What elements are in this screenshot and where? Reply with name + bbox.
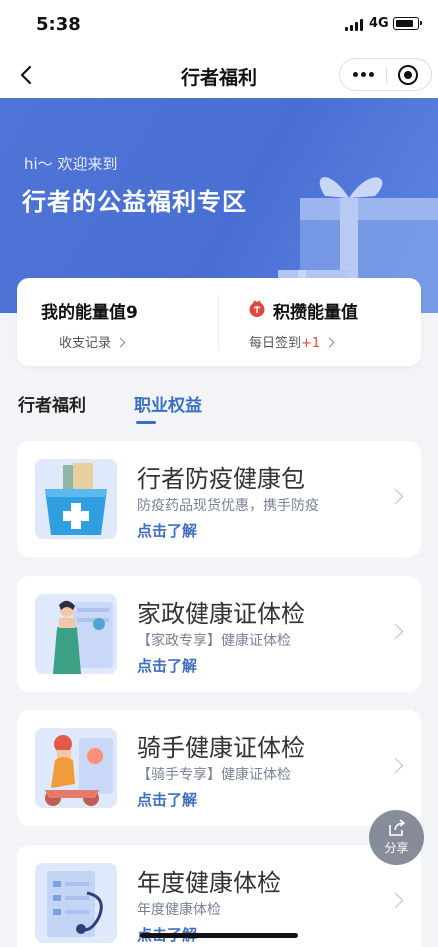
energy-divider bbox=[218, 294, 219, 350]
records-link-label: 收支记录 bbox=[59, 336, 112, 351]
banner-greeting: hi～ 欢迎来到 bbox=[24, 155, 118, 173]
collect-energy-title[interactable]: 积攒能量值 bbox=[273, 298, 358, 323]
nav-bar: 行者福利 bbox=[0, 52, 438, 98]
daily-signin-link[interactable]: 每日签到+1 bbox=[249, 332, 335, 351]
card-title: 家政健康证体检 bbox=[137, 600, 305, 628]
home-indicator bbox=[140, 933, 298, 938]
tab-indicator bbox=[136, 421, 156, 424]
card-subtitle: 【家政专享】健康证体检 bbox=[137, 633, 291, 649]
card-subtitle: 防疫药品现货优惠，携手防疫 bbox=[137, 498, 319, 514]
chevron-right-icon bbox=[387, 623, 404, 640]
chevron-right-icon bbox=[387, 892, 404, 909]
tab-career-rights[interactable]: 职业权益 bbox=[134, 391, 202, 416]
chevron-right-icon bbox=[324, 337, 335, 348]
signin-bonus: +1 bbox=[301, 336, 321, 351]
banner-title: 行者的公益福利专区 bbox=[22, 188, 247, 216]
learn-more-link[interactable]: 点击了解 bbox=[137, 520, 197, 541]
card-title: 行者防疫健康包 bbox=[137, 465, 305, 493]
mini-program-capsule bbox=[339, 58, 432, 91]
chevron-right-icon bbox=[387, 488, 404, 505]
card-title: 年度健康体检 bbox=[137, 869, 281, 897]
battery-icon bbox=[393, 17, 422, 30]
learn-more-link[interactable]: 点击了解 bbox=[137, 655, 197, 676]
network-label: 4G bbox=[369, 16, 389, 31]
tab-bar: 行者福利 职业权益 bbox=[0, 386, 438, 426]
money-bag-icon bbox=[249, 300, 265, 317]
more-icon[interactable] bbox=[340, 59, 386, 90]
capsule-divider bbox=[386, 67, 387, 83]
chevron-right-icon bbox=[387, 757, 404, 774]
card-title: 骑手健康证体检 bbox=[137, 734, 305, 762]
medicine-bag-icon bbox=[35, 459, 117, 539]
signal-icon bbox=[345, 19, 363, 31]
records-link[interactable]: 收支记录 bbox=[59, 332, 126, 351]
status-bar: 5:38 4G bbox=[0, 0, 438, 52]
close-icon[interactable] bbox=[398, 65, 418, 85]
rider-icon bbox=[35, 728, 117, 808]
card-subtitle: 年度健康体检 bbox=[137, 902, 221, 918]
housekeeper-icon bbox=[35, 594, 117, 674]
benefit-card[interactable]: 行者防疫健康包 防疫药品现货优惠，携手防疫 点击了解 bbox=[17, 441, 421, 557]
card-subtitle: 【骑手专享】健康证体检 bbox=[137, 767, 291, 783]
energy-value: 我的能量值9 bbox=[41, 303, 138, 323]
chevron-right-icon bbox=[115, 337, 126, 348]
benefit-card[interactable]: 家政健康证体检 【家政专享】健康证体检 点击了解 bbox=[17, 576, 421, 692]
energy-card: 我的能量值9 收支记录 积攒能量值 每日签到+1 bbox=[17, 278, 421, 366]
benefit-card[interactable]: 年度健康体检 年度健康体检 点击了解 bbox=[17, 845, 421, 947]
benefit-card[interactable]: 骑手健康证体检 【骑手专享】健康证体检 点击了解 bbox=[17, 710, 421, 826]
share-label: 分享 bbox=[384, 841, 409, 855]
share-button[interactable]: 分享 bbox=[369, 810, 424, 865]
status-time: 5:38 bbox=[36, 14, 81, 35]
learn-more-link[interactable]: 点击了解 bbox=[137, 789, 197, 810]
signin-label: 每日签到 bbox=[249, 336, 302, 351]
tab-walker-welfare[interactable]: 行者福利 bbox=[18, 391, 86, 416]
stethoscope-icon bbox=[35, 863, 117, 943]
share-icon bbox=[388, 819, 405, 836]
